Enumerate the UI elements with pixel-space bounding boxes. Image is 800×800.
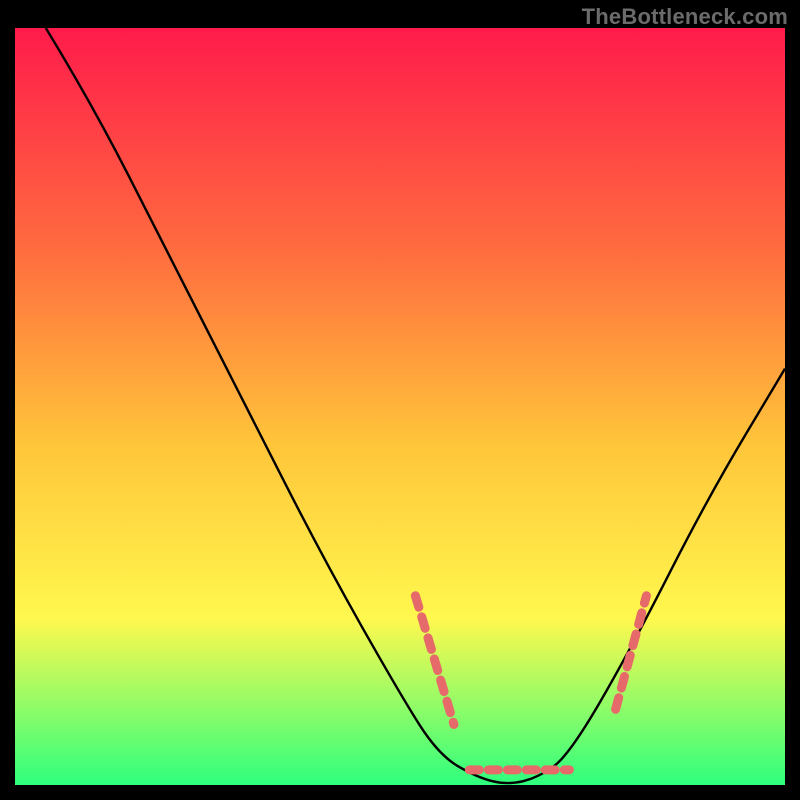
plot-background (15, 28, 785, 785)
chart-frame: TheBottleneck.com (0, 0, 800, 800)
watermark-label: TheBottleneck.com (582, 4, 788, 30)
bottleneck-chart (0, 0, 800, 800)
